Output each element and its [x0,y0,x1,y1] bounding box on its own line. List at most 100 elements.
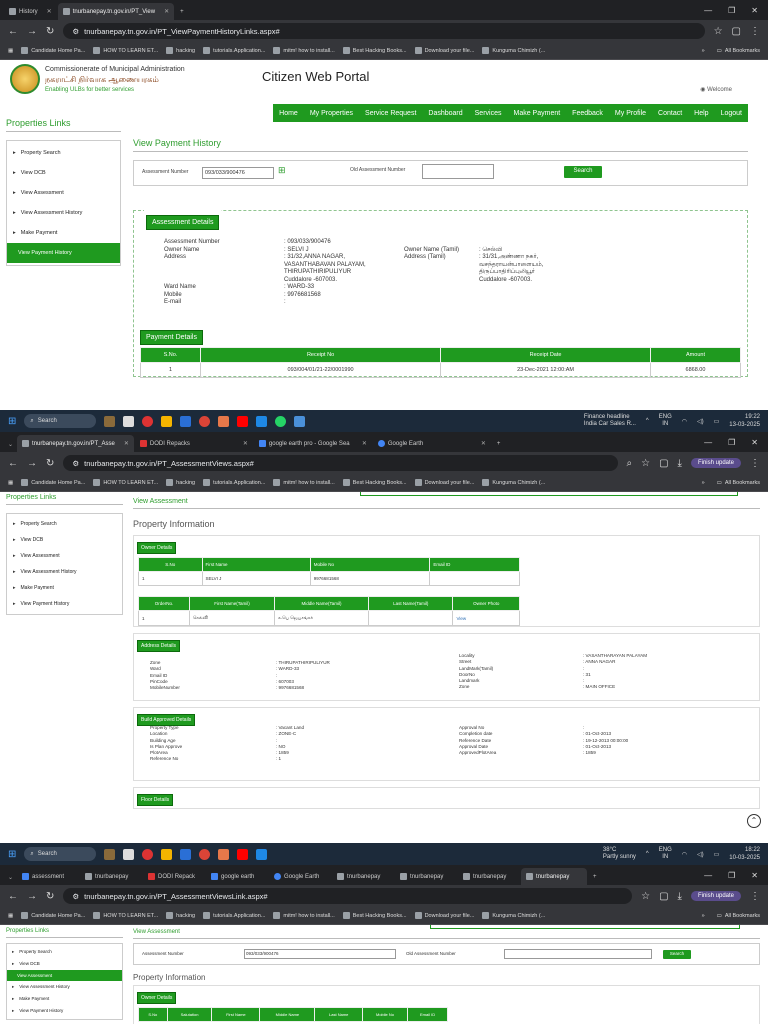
search-button[interactable]: Search [663,950,691,959]
language-indicator[interactable]: ENG IN [659,414,672,428]
bookmark-item[interactable]: Download your file... [414,47,474,54]
back-icon[interactable]: ← [8,26,18,37]
extensions-icon[interactable]: ▢ [732,26,741,37]
news-widget[interactable]: Finance headline India Car Sales R... [584,414,636,428]
bookmark-item[interactable]: tutorials.Application... [203,479,265,486]
browser-tab[interactable]: tnurbanepay [395,868,457,885]
whatsapp-icon[interactable] [275,415,287,427]
assessment-number-input[interactable]: 093/033/900476 [244,949,396,959]
menu-icon[interactable]: ⋮ [750,26,760,37]
tab-list-icon[interactable]: ⌄ [4,441,17,452]
apps-icon[interactable]: ▦ [8,913,13,919]
new-tab-button[interactable]: + [175,3,189,20]
zoom-icon[interactable]: ⌕ [627,458,633,469]
bookmark-item[interactable]: Kunguma Chimizh (... [482,47,545,54]
nav-logout[interactable]: Logout [715,110,748,117]
bookmark-item[interactable]: tutorials.Application... [203,912,265,919]
nav-home[interactable]: Home [273,110,304,117]
close-window-icon[interactable]: ✕ [751,6,758,15]
bookmark-item[interactable]: HOW TO LEARN ET... [93,479,158,486]
close-window-icon[interactable]: ✕ [751,871,758,880]
download-icon[interactable]: ⤓ [678,458,682,469]
weather-widget[interactable]: 38°C Partly sunny [603,847,636,861]
youtube-icon[interactable] [237,848,249,860]
app-icon[interactable] [218,415,230,427]
reload-icon[interactable]: ↻ [46,891,54,902]
back-icon[interactable]: ← [8,891,18,902]
link-view-assessment[interactable]: View Assessment [7,970,122,981]
vscode-icon[interactable] [256,848,268,860]
scroll-up-icon[interactable]: ⌃ [747,814,761,828]
link-view-assessment-history[interactable]: View Assessment History [7,981,122,993]
browser-tab[interactable]: Google Earth [269,868,331,885]
link-property-search[interactable]: Property Search [7,143,120,163]
tab-list-icon[interactable]: ⌄ [4,874,17,885]
opera-icon[interactable] [142,848,154,860]
maximize-icon[interactable]: ❐ [728,871,735,880]
lookup-icon[interactable]: ⊞ [278,165,286,176]
minimize-icon[interactable]: — [704,6,712,15]
bookmark-item[interactable]: Candidate Home Pa... [21,47,85,54]
tray-chevron-icon[interactable]: ^ [646,851,649,857]
bookmark-item[interactable]: Candidate Home Pa... [21,912,85,919]
site-info-icon[interactable]: ⚙ [72,27,79,36]
nav-feedback[interactable]: Feedback [566,110,609,117]
forward-icon[interactable]: → [27,891,37,902]
bookmark-item[interactable]: hacking [166,47,195,54]
battery-icon[interactable]: ▭ [714,418,720,425]
apps-icon[interactable]: ▦ [8,480,13,486]
search-button[interactable]: Search [564,166,602,178]
finish-update-button[interactable]: Finish update [690,891,741,901]
close-icon[interactable]: ✕ [41,8,52,15]
chrome-icon[interactable] [199,848,211,860]
link-view-assessment[interactable]: View Assessment [7,548,122,564]
link-make-payment[interactable]: Make Payment [7,580,122,596]
clock[interactable]: 19:22 13-03-2025 [729,413,760,429]
browser-tab[interactable]: google earth [206,868,268,885]
browser-tab[interactable]: tnurbanepay [332,868,394,885]
more-bookmarks-icon[interactable]: » [702,913,705,919]
nav-contact[interactable]: Contact [652,110,688,117]
url-field[interactable]: ⚙ tnurbanepay.tn.gov.in/PT_AssessmentView… [63,888,633,904]
taskbar-search[interactable]: ⌕ Search [24,847,97,861]
app-icon[interactable] [294,415,306,427]
download-icon[interactable]: ⤓ [678,891,682,902]
bookmark-item[interactable]: HOW TO LEARN ET... [93,912,158,919]
link-view-payment-history[interactable]: View Payment History [7,243,120,263]
close-icon[interactable]: ✕ [237,440,248,447]
site-info-icon[interactable]: ⚙ [72,892,79,901]
wifi-icon[interactable]: ◠ [682,851,687,858]
browser-tab[interactable]: tnurbanepay [458,868,520,885]
more-bookmarks-icon[interactable]: » [702,48,705,54]
link-property-search[interactable]: Property Search [7,516,122,532]
minimize-icon[interactable]: — [704,871,712,880]
bookmark-item[interactable]: Download your file... [414,912,474,919]
close-icon[interactable]: ✕ [475,440,486,447]
volume-icon[interactable]: ◁) [697,418,704,425]
finish-update-button[interactable]: Finish update [690,458,741,468]
bookmark-star-icon[interactable]: ☆ [714,26,723,37]
windows-start-icon[interactable]: ⊞ [8,849,16,860]
browser-tab-active[interactable]: tnurbanepay.tn.gov.in/PT_Asse ✕ [17,435,134,452]
nav-my-properties[interactable]: My Properties [304,110,359,117]
bookmark-item[interactable]: Kunguma Chimizh (... [482,479,545,486]
old-assessment-number-input[interactable] [422,164,494,179]
bookmark-item[interactable]: Download your file... [414,479,474,486]
file-explorer-icon[interactable] [161,848,173,860]
nav-service-request[interactable]: Service Request [359,110,422,117]
link-view-assessment[interactable]: View Assessment [7,183,120,203]
link-view-payment-history[interactable]: View Payment History [7,596,122,612]
maximize-icon[interactable]: ❐ [728,6,735,15]
windows-start-icon[interactable]: ⊞ [8,416,16,427]
bookmark-star-icon[interactable]: ☆ [641,891,650,902]
link-property-search[interactable]: Property Search [7,946,122,958]
more-bookmarks-icon[interactable]: » [702,480,705,486]
all-bookmarks[interactable]: ▭ All Bookmarks [717,48,760,54]
forward-icon[interactable]: → [27,26,37,37]
close-icon[interactable]: ✕ [118,440,129,447]
apps-icon[interactable]: ▦ [8,48,13,54]
bookmark-item[interactable]: Candidate Home Pa... [21,479,85,486]
bookmark-item[interactable]: hacking [166,912,195,919]
minimize-icon[interactable]: — [704,438,712,447]
youtube-icon[interactable] [237,415,249,427]
